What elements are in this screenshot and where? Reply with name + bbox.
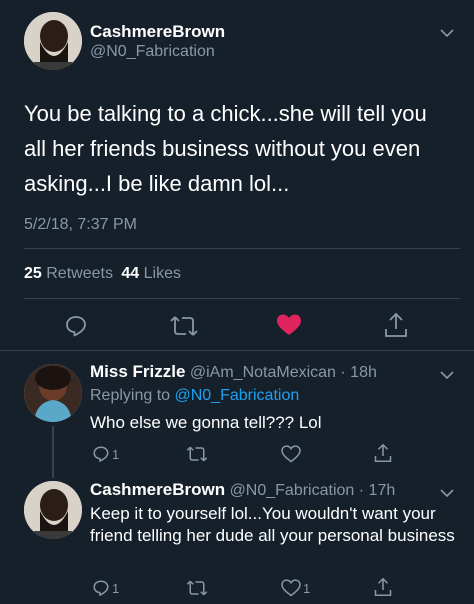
retweet-icon[interactable] bbox=[186, 579, 208, 597]
chevron-down-icon[interactable] bbox=[440, 28, 454, 38]
display-name[interactable]: Miss Frizzle bbox=[90, 362, 185, 381]
share-icon[interactable] bbox=[384, 312, 408, 338]
display-name[interactable]: CashmereBrown bbox=[90, 480, 225, 499]
reply-icon[interactable] bbox=[92, 445, 110, 463]
reply-time: · 18h bbox=[340, 364, 377, 381]
share-icon[interactable] bbox=[374, 443, 392, 463]
like-count: 1 bbox=[303, 581, 311, 596]
reply-count: 1 bbox=[112, 447, 120, 462]
display-name[interactable]: CashmereBrown bbox=[90, 22, 225, 42]
divider bbox=[24, 298, 460, 299]
divider bbox=[0, 350, 474, 351]
heart-icon[interactable] bbox=[281, 579, 301, 597]
avatar[interactable] bbox=[24, 364, 82, 422]
likes-stat[interactable]: 44 Likes bbox=[121, 265, 181, 282]
reply-time: · 17h bbox=[358, 482, 396, 499]
tweet-text: You be talking to a chick...she will tel… bbox=[24, 101, 427, 196]
replying-to-link[interactable]: @N0_Fabrication bbox=[175, 387, 300, 404]
avatar[interactable] bbox=[24, 481, 82, 539]
retweets-stat[interactable]: 25 Retweets bbox=[24, 265, 117, 282]
chevron-down-icon[interactable] bbox=[440, 370, 454, 380]
reply-text: Keep it to yourself lol...You wouldn't w… bbox=[90, 504, 455, 545]
heart-icon[interactable] bbox=[276, 313, 302, 337]
divider bbox=[24, 248, 460, 249]
retweet-icon[interactable] bbox=[170, 314, 198, 338]
engagement-stats: 25 Retweets 44 Likes bbox=[24, 265, 181, 283]
tweet-timestamp: 5/2/18, 7:37 PM bbox=[24, 216, 137, 233]
reply-count: 1 bbox=[112, 581, 120, 596]
avatar[interactable] bbox=[24, 12, 82, 70]
reply-header: CashmereBrown @N0_Fabrication · 17h bbox=[90, 480, 395, 500]
reply-text: Who else we gonna tell??? Lol bbox=[90, 413, 322, 432]
handle[interactable]: @N0_Fabrication bbox=[230, 482, 355, 499]
reply-icon[interactable] bbox=[64, 314, 88, 338]
chevron-down-icon[interactable] bbox=[440, 488, 454, 498]
handle[interactable]: @iAm_NotaMexican bbox=[190, 364, 336, 381]
heart-icon[interactable] bbox=[281, 445, 301, 463]
share-icon[interactable] bbox=[374, 577, 392, 597]
retweet-icon[interactable] bbox=[186, 445, 208, 463]
reply-header: Miss Frizzle @iAm_NotaMexican · 18h bbox=[90, 362, 377, 382]
reply-icon[interactable] bbox=[92, 579, 110, 597]
thread-line bbox=[52, 426, 54, 478]
handle[interactable]: @N0_Fabrication bbox=[90, 43, 215, 61]
replying-to: Replying to @N0_Fabrication bbox=[90, 387, 300, 404]
